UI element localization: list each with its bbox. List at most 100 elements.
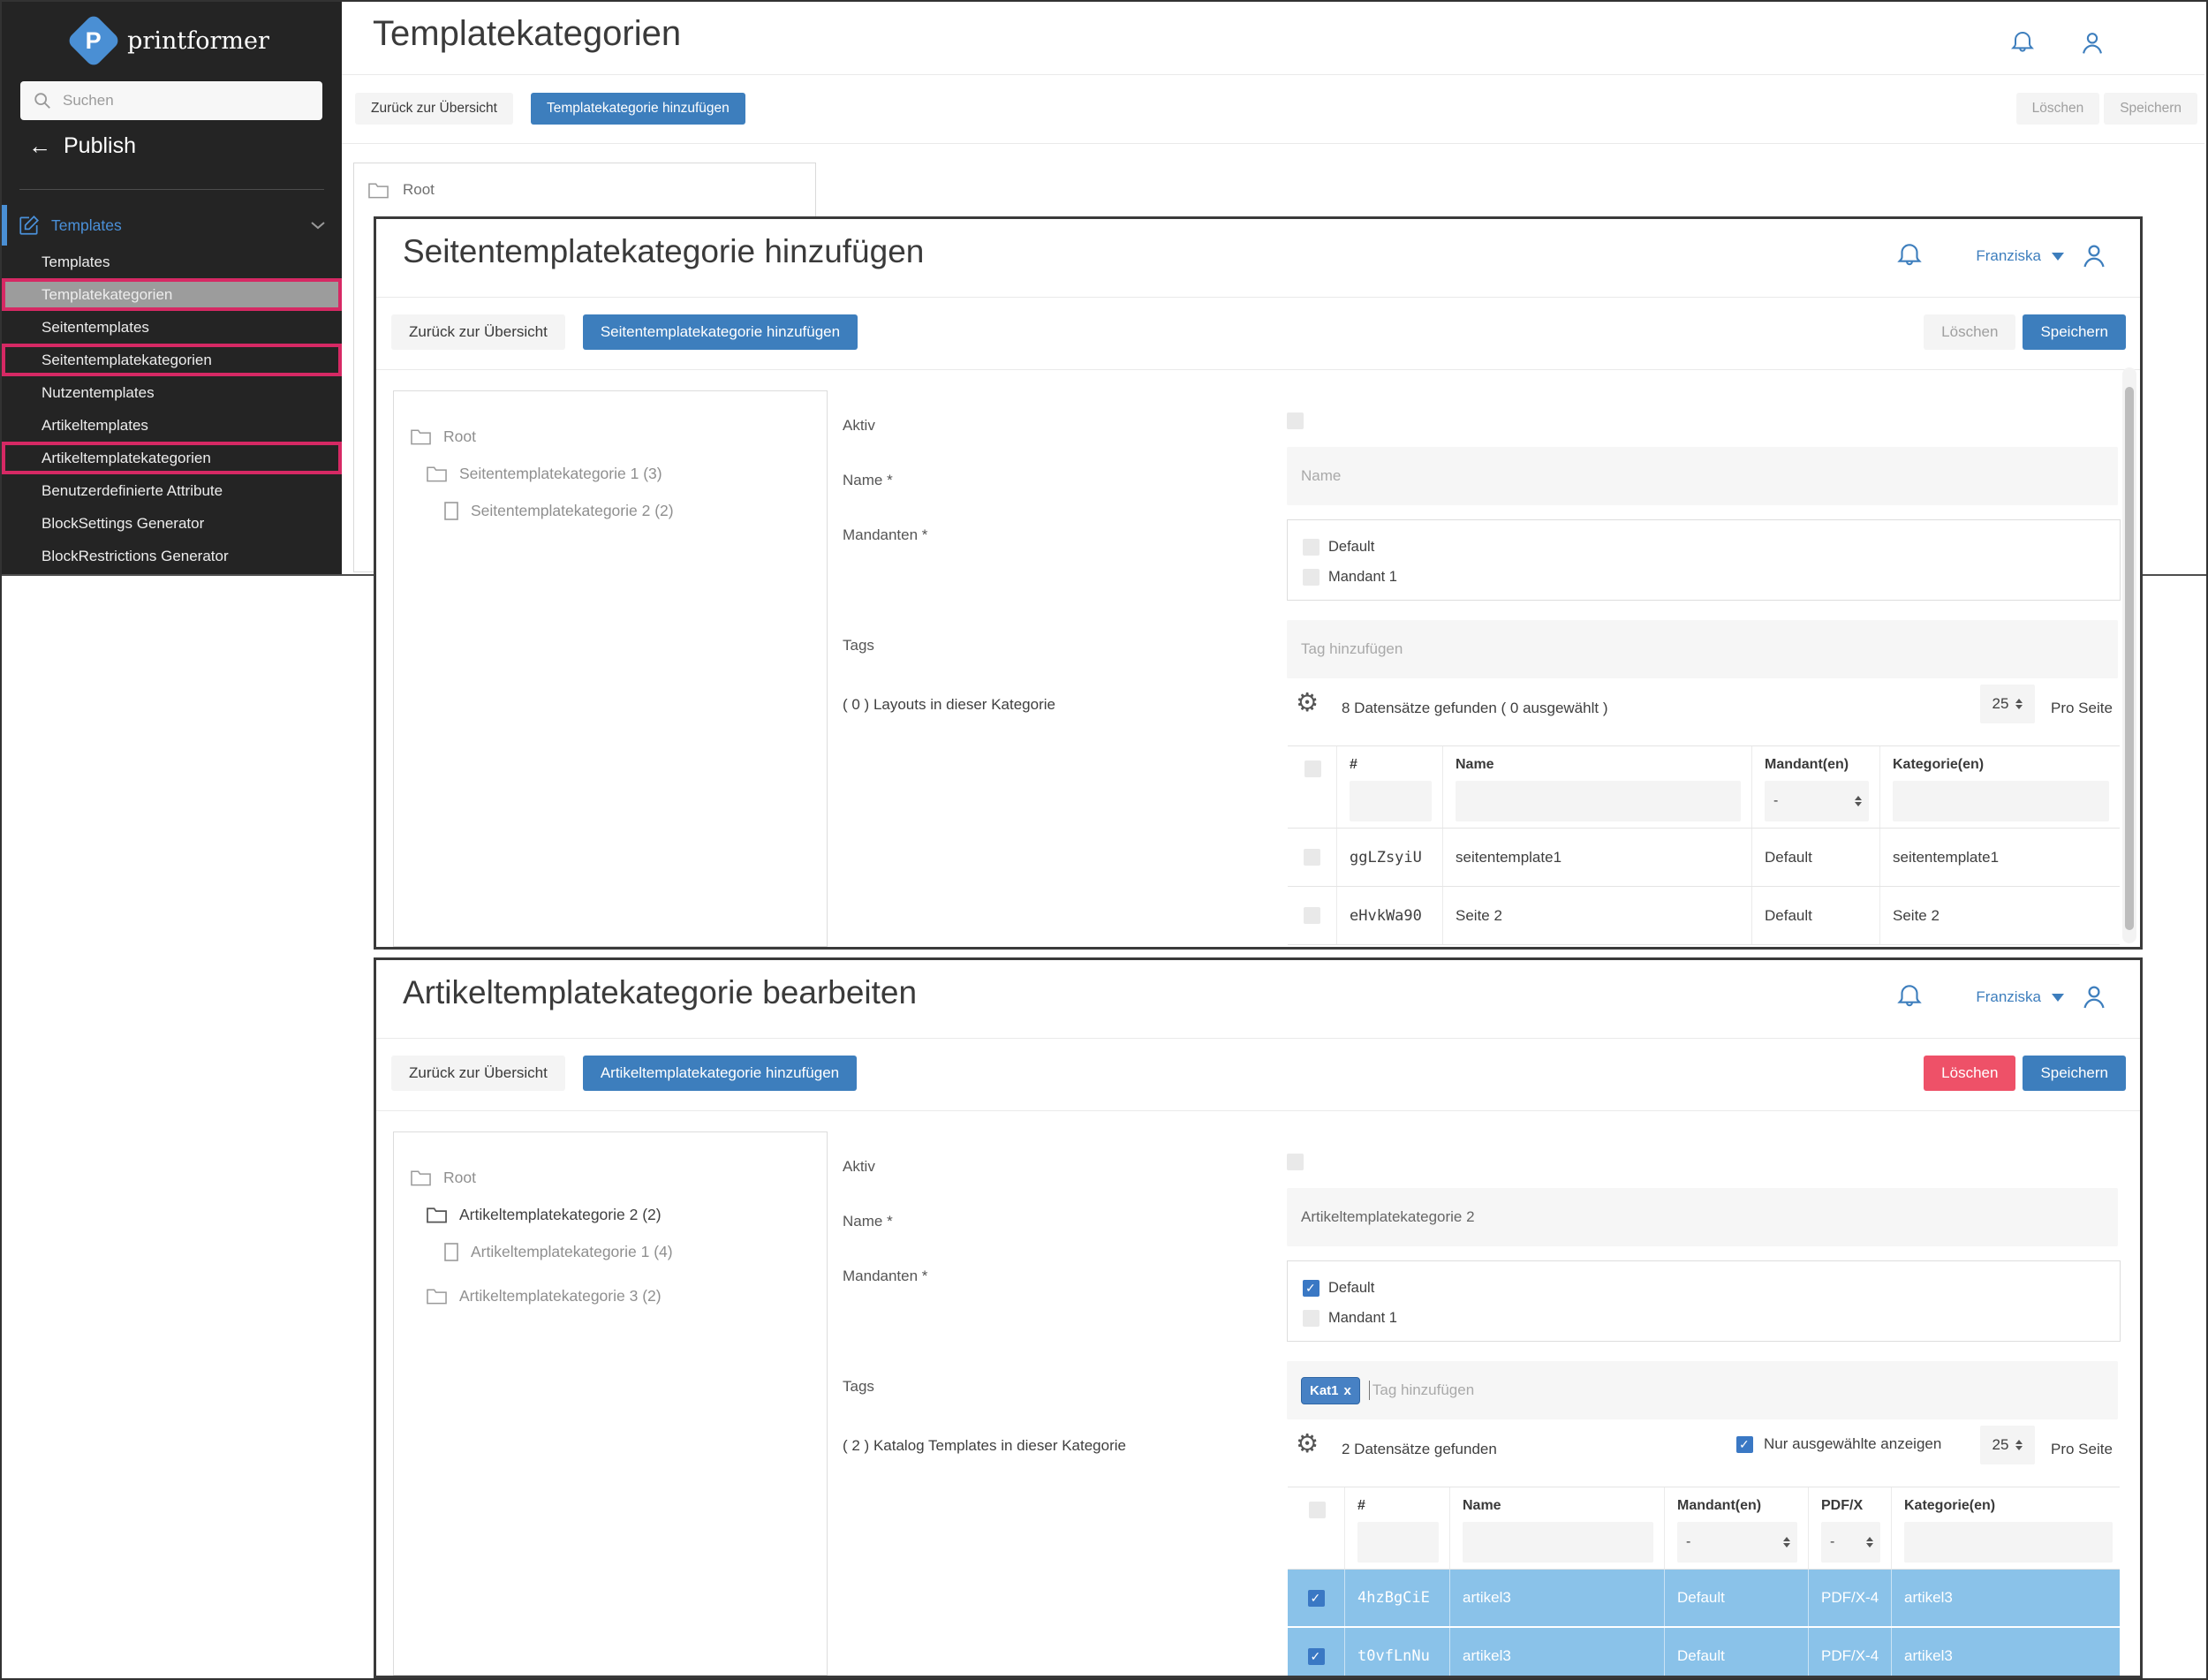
mandant-filter-select[interactable]: -: [1677, 1522, 1797, 1563]
add-artikeltemplatekategorie-button[interactable]: Artikeltemplatekategorie hinzufügen: [582, 1056, 858, 1091]
column-header-kategorie[interactable]: Kategorie(en): [1893, 757, 2109, 773]
table-row[interactable]: ggLZsyiU seitentemplate1 Default seitent…: [1288, 829, 2120, 887]
sidebar-item-templates[interactable]: Templates: [2, 246, 342, 278]
id-filter-input[interactable]: [1357, 1522, 1439, 1563]
tree-item-category3[interactable]: Artikeltemplatekategorie 3 (2): [394, 1277, 827, 1314]
column-header-pdfx[interactable]: PDF/X: [1821, 1498, 1880, 1514]
delete-button[interactable]: Löschen: [1924, 1056, 2016, 1091]
user-icon[interactable]: [2078, 981, 2110, 1013]
table-row[interactable]: eHvkWa90 Seite 2 Default Seite 2: [1288, 887, 2120, 945]
column-header-name[interactable]: Name: [1456, 757, 1741, 773]
delete-button[interactable]: Löschen: [1924, 314, 2016, 350]
mandant-1-checkbox[interactable]: [1303, 568, 1320, 586]
sidebar-item-nutzentemplates[interactable]: Nutzentemplates: [2, 376, 342, 409]
column-header-id[interactable]: #: [1357, 1498, 1439, 1514]
tree-item-category1[interactable]: Artikeltemplatekategorie 1 (4): [394, 1233, 827, 1270]
mandant-default-checkbox[interactable]: [1303, 538, 1320, 556]
name-filter-input[interactable]: [1456, 781, 1741, 821]
row-checkbox[interactable]: [1304, 907, 1320, 924]
save-button[interactable]: Speichern: [2023, 314, 2126, 350]
row-checkbox[interactable]: [1307, 1647, 1325, 1665]
select-all-checkbox[interactable]: [1308, 1502, 1326, 1518]
tag-chip-label: Kat1: [1310, 1382, 1339, 1398]
tag-chip-kat1[interactable]: Kat1 x: [1301, 1376, 1360, 1404]
sidebar-item-artikeltemplates[interactable]: Artikeltemplates: [2, 409, 342, 442]
column-header-name[interactable]: Name: [1463, 1498, 1653, 1514]
back-arrow-icon: ←: [28, 132, 51, 159]
mandant-filter-select[interactable]: -: [1765, 781, 1869, 821]
column-header-mandant[interactable]: Mandant(en): [1677, 1498, 1797, 1514]
mandant-option-default[interactable]: Default: [1303, 1273, 2120, 1303]
tree-item-label: Seitentemplatekategorie 1 (3): [459, 464, 662, 482]
user-icon[interactable]: [2077, 28, 2107, 58]
mandant-default-checkbox[interactable]: [1303, 1279, 1320, 1297]
name-input[interactable]: Artikeltemplatekategorie 2: [1287, 1188, 2118, 1246]
scrollbar[interactable]: [2122, 367, 2136, 943]
mandant-filter-value: -: [1773, 793, 1779, 808]
user-name[interactable]: Franziska: [1976, 247, 2041, 265]
only-selected-toggle[interactable]: Nur ausgewählte anzeigen: [1736, 1435, 1941, 1453]
sidebar-item-seitentemplatekategorien[interactable]: Seitentemplatekategorien: [2, 344, 342, 376]
notifications-bell-icon[interactable]: [2008, 29, 2037, 57]
add-templatecategory-button[interactable]: Templatekategorie hinzufügen: [530, 93, 745, 125]
scrollbar-thumb[interactable]: [2125, 387, 2134, 930]
save-button[interactable]: Speichern: [2023, 1056, 2126, 1091]
aktiv-checkbox[interactable]: [1287, 1154, 1304, 1170]
back-to-overview-button[interactable]: Zurück zur Übersicht: [391, 1056, 565, 1091]
mandant-option-default[interactable]: Default: [1303, 532, 2120, 562]
tag-remove-icon[interactable]: x: [1344, 1383, 1351, 1398]
notifications-bell-icon[interactable]: [1894, 982, 1924, 1012]
tags-input[interactable]: Kat1 x Tag hinzufügen: [1287, 1361, 2118, 1419]
tree-item-category2[interactable]: Seitentemplatekategorie 2 (2): [394, 492, 827, 529]
gear-icon[interactable]: [1296, 1428, 1319, 1458]
column-header-mandant[interactable]: Mandant(en): [1765, 757, 1869, 773]
save-button[interactable]: Speichern: [2104, 93, 2197, 125]
back-to-overview-button[interactable]: Zurück zur Übersicht: [391, 314, 565, 350]
dropdown-caret-icon[interactable]: [2052, 252, 2064, 261]
notifications-bell-icon[interactable]: [1894, 241, 1924, 271]
delete-button[interactable]: Löschen: [2015, 93, 2100, 125]
mandant-option-mandant1[interactable]: Mandant 1: [1303, 1303, 2120, 1333]
sidebar-item-artikeltemplatekategorien[interactable]: Artikeltemplatekategorien: [2, 442, 342, 474]
aktiv-checkbox[interactable]: [1287, 412, 1304, 429]
kategorie-filter-input[interactable]: [1893, 781, 2109, 821]
tags-input[interactable]: Tag hinzufügen: [1287, 620, 2118, 678]
tree-item-root[interactable]: Root: [394, 418, 827, 455]
dropdown-caret-icon[interactable]: [2052, 993, 2064, 1002]
sidebar-item-blocksettings-generator[interactable]: BlockSettings Generator: [2, 507, 342, 540]
mandant-1-checkbox[interactable]: [1303, 1309, 1320, 1327]
kategorie-filter-input[interactable]: [1904, 1522, 2113, 1563]
user-icon[interactable]: [2078, 240, 2110, 272]
row-checkbox[interactable]: [1307, 1589, 1325, 1607]
table-row-selected[interactable]: t0vfLnNu artikel3 Default PDF/X-4 artike…: [1288, 1628, 2120, 1676]
id-filter-input[interactable]: [1350, 781, 1432, 821]
tree-item-category1[interactable]: Seitentemplatekategorie 1 (3): [394, 455, 827, 492]
name-filter-input[interactable]: [1463, 1522, 1653, 1563]
mandant-option-mandant1[interactable]: Mandant 1: [1303, 562, 2120, 592]
pdfx-filter-select[interactable]: -: [1821, 1522, 1880, 1563]
name-input[interactable]: Name: [1287, 447, 2118, 505]
back-to-overview-button[interactable]: Zurück zur Übersicht: [355, 93, 513, 125]
only-selected-checkbox[interactable]: [1736, 1435, 1753, 1453]
per-page-select[interactable]: 25: [1980, 1426, 2035, 1464]
table-row-selected[interactable]: 4hzBgCiE artikel3 Default PDF/X-4 artike…: [1288, 1570, 2120, 1628]
chevron-down-icon[interactable]: [310, 220, 326, 231]
tree-item-root[interactable]: Root: [354, 163, 815, 199]
user-name[interactable]: Franziska: [1976, 988, 2041, 1006]
per-page-select[interactable]: 25: [1980, 685, 2035, 723]
sidebar-search-input[interactable]: Suchen: [20, 81, 322, 120]
tree-item-root[interactable]: Root: [394, 1159, 827, 1196]
column-header-kategorie[interactable]: Kategorie(en): [1904, 1498, 2113, 1514]
sidebar-item-templatekategorien[interactable]: Templatekategorien: [2, 278, 342, 311]
tree-item-category2-selected[interactable]: Artikeltemplatekategorie 2 (2): [394, 1196, 827, 1233]
sidebar-item-seitentemplates[interactable]: Seitentemplates: [2, 311, 342, 344]
row-checkbox[interactable]: [1304, 849, 1320, 866]
sidebar-back-publish[interactable]: ← Publish: [28, 132, 136, 160]
add-seitentemplatekategorie-button[interactable]: Seitentemplatekategorie hinzufügen: [582, 314, 858, 350]
select-all-checkbox[interactable]: [1304, 761, 1321, 777]
sidebar-section-templates[interactable]: Templates: [2, 205, 342, 246]
sidebar-item-benutzerdefinierte-attribute[interactable]: Benutzerdefinierte Attribute: [2, 474, 342, 507]
column-header-id[interactable]: #: [1350, 757, 1432, 773]
gear-icon[interactable]: [1296, 687, 1319, 717]
sidebar-item-blockrestrictions-generator[interactable]: BlockRestrictions Generator: [2, 540, 342, 572]
